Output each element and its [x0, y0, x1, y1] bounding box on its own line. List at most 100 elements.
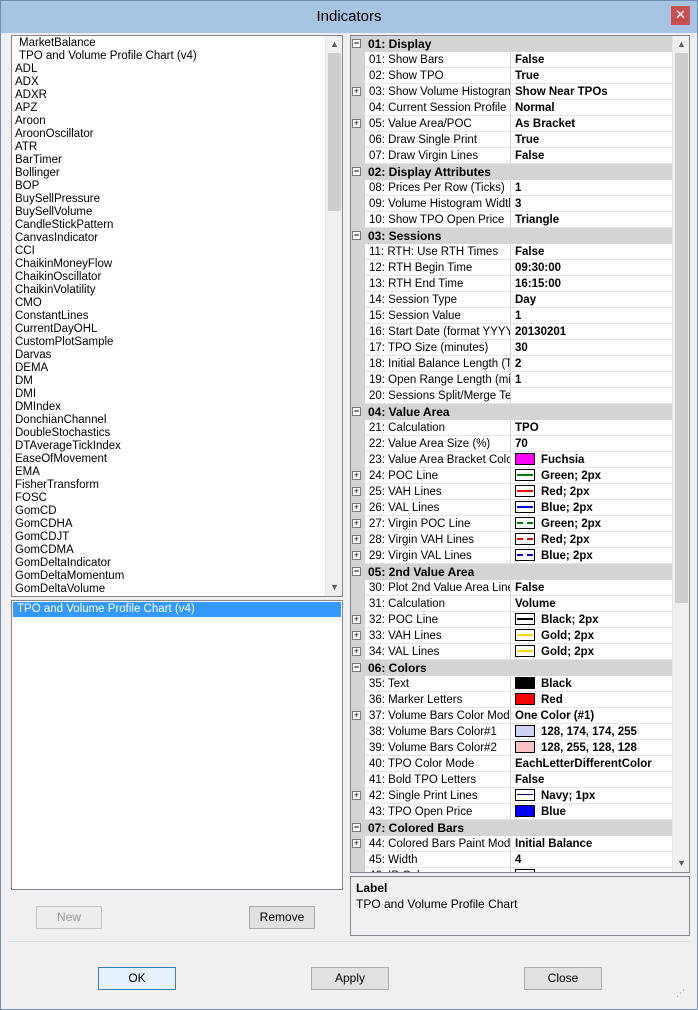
property-value[interactable]: Blue; 2px [511, 500, 673, 516]
property-row[interactable]: +32: POC Line Black; 2px [351, 612, 673, 628]
indicator-list-item[interactable]: Bollinger [15, 167, 327, 180]
property-row[interactable]: +34: VAL Lines Gold; 2px [351, 644, 673, 660]
property-value[interactable]: Red; 2px [511, 484, 673, 500]
property-grid-scrollbar[interactable]: ▲ ▼ [672, 36, 689, 872]
property-row[interactable]: 12: RTH Begin Time 09:30:00 [351, 260, 673, 276]
property-value[interactable]: Gold; 2px [511, 628, 673, 644]
property-value[interactable]: Navy; 1px [511, 788, 673, 804]
ok-button[interactable]: OK [98, 967, 176, 990]
property-grid[interactable]: −01: Display 01: Show Bars False 02: Show T… [350, 35, 690, 873]
property-value[interactable]: 1 [511, 308, 673, 324]
indicator-list-item[interactable]: DEMA [15, 362, 327, 375]
indicator-list-item[interactable]: CCI [15, 245, 327, 258]
property-value[interactable]: 70 [511, 436, 673, 452]
indicator-list-item[interactable]: GomDeltaIndicator [15, 557, 327, 570]
indicator-list-item[interactable]: GomDeltaVolume [15, 583, 327, 596]
scroll-thumb[interactable] [675, 53, 688, 603]
indicator-list-item[interactable]: BOP [15, 180, 327, 193]
property-category[interactable]: −02: Display Attributes [351, 164, 673, 180]
property-row[interactable]: 18: Initial Balance Length (TF 2 [351, 356, 673, 372]
property-value[interactable]: 1 [511, 180, 673, 196]
property-value[interactable]: Green; 2px [511, 516, 673, 532]
indicator-list-item[interactable]: ADX [15, 76, 327, 89]
property-value[interactable]: Red [511, 692, 673, 708]
property-row[interactable]: 22: Value Area Size (%) 70 [351, 436, 673, 452]
property-row[interactable]: 16: Start Date (format YYYYM 20130201 [351, 324, 673, 340]
property-row[interactable]: +24: POC Line Green; 2px [351, 468, 673, 484]
apply-button[interactable]: Apply [311, 967, 389, 990]
property-value[interactable]: Green; 2px [511, 468, 673, 484]
remove-button[interactable]: Remove [249, 906, 315, 929]
indicator-list-item[interactable]: MarketBalance [15, 37, 327, 50]
property-value[interactable]: 20130201 [511, 324, 673, 340]
resize-grip-icon[interactable]: ⋰ [676, 988, 686, 998]
expand-icon[interactable]: + [352, 119, 361, 128]
property-row[interactable]: 02: Show TPO True [351, 68, 673, 84]
indicator-list-item[interactable]: GomCDHA [15, 518, 327, 531]
expand-icon[interactable]: + [352, 839, 361, 848]
property-row[interactable]: +29: Virgin VAL Lines Blue; 2px [351, 548, 673, 564]
property-row[interactable]: +03: Show Volume Histogram Show Near TPOs [351, 84, 673, 100]
indicator-list-item[interactable]: CMO [15, 297, 327, 310]
indicator-list-item[interactable]: ADXR [15, 89, 327, 102]
indicator-list[interactable]: MarketBalance TPO and Volume Profile Char… [11, 35, 343, 597]
indicator-list-item[interactable]: DM [15, 375, 327, 388]
indicator-list-item[interactable]: GomCD [15, 505, 327, 518]
scroll-down-icon[interactable]: ▼ [326, 579, 342, 596]
indicator-list-item[interactable]: ChaikinOscillator [15, 271, 327, 284]
indicator-list-item[interactable]: CustomPlotSample [15, 336, 327, 349]
indicator-list-item[interactable]: FisherTransform [15, 479, 327, 492]
property-row[interactable]: 39: Volume Bars Color#2 128, 255, 128, 12… [351, 740, 673, 756]
indicator-list-scrollbar[interactable]: ▲ ▼ [325, 36, 342, 596]
indicator-list-item[interactable]: GomDeltaMomentum [15, 570, 327, 583]
scroll-up-icon[interactable]: ▲ [326, 36, 342, 53]
property-row[interactable]: +37: Volume Bars Color Mode One Color (#1… [351, 708, 673, 724]
property-row[interactable]: +28: Virgin VAH Lines Red; 2px [351, 532, 673, 548]
property-row[interactable]: 01: Show Bars False [351, 52, 673, 68]
property-row[interactable]: 07: Draw Virgin Lines False [351, 148, 673, 164]
expand-icon[interactable]: + [352, 87, 361, 96]
indicator-list-item[interactable]: Darvas [15, 349, 327, 362]
property-value[interactable]: Black; 2px [511, 612, 673, 628]
property-value[interactable]: 09:30:00 [511, 260, 673, 276]
property-value[interactable]: False [511, 580, 673, 596]
selected-indicator-item[interactable]: TPO and Volume Profile Chart (v4) [13, 602, 341, 617]
new-button[interactable]: New [36, 906, 102, 929]
indicator-list-item[interactable]: BuySellPressure [15, 193, 327, 206]
property-row[interactable]: 38: Volume Bars Color#1 128, 174, 174, 25… [351, 724, 673, 740]
indicator-list-item[interactable]: ADL [15, 63, 327, 76]
property-value[interactable]: Volume [511, 596, 673, 612]
scroll-up-icon[interactable]: ▲ [673, 36, 689, 53]
property-value[interactable]: 3 [511, 196, 673, 212]
property-value[interactable]: Black [511, 676, 673, 692]
expand-icon[interactable]: + [352, 471, 361, 480]
collapse-icon[interactable]: − [352, 407, 361, 416]
property-value[interactable]: EachLetterDifferentColor [511, 756, 673, 772]
indicator-list-item[interactable]: EaseOfMovement [15, 453, 327, 466]
property-row[interactable]: 14: Session Type Day [351, 292, 673, 308]
indicator-list-item[interactable]: ATR [15, 141, 327, 154]
indicator-list-item[interactable]: ChaikinVolatility [15, 284, 327, 297]
property-row[interactable]: 30: Plot 2nd Value Area Lines False [351, 580, 673, 596]
property-value[interactable]: False [511, 52, 673, 68]
indicator-list-item[interactable]: ChaikinMoneyFlow [15, 258, 327, 271]
property-category[interactable]: −01: Display [351, 36, 673, 52]
property-value[interactable]: Fuchsia [511, 452, 673, 468]
property-row[interactable]: 43: TPO Open Price Blue [351, 804, 673, 820]
collapse-icon[interactable]: − [352, 663, 361, 672]
indicator-list-item[interactable]: ConstantLines [15, 310, 327, 323]
property-row[interactable]: +44: Colored Bars Paint Mode Initial Bala… [351, 836, 673, 852]
collapse-icon[interactable]: − [352, 567, 361, 576]
property-value[interactable]: False [511, 772, 673, 788]
property-row[interactable]: 45: Width 4 [351, 852, 673, 868]
property-row[interactable]: +33: VAH Lines Gold; 2px [351, 628, 673, 644]
property-value[interactable] [511, 388, 673, 404]
indicator-list-item[interactable]: FOSC [15, 492, 327, 505]
indicator-list-item[interactable]: TPO and Volume Profile Chart (v4) [15, 50, 327, 63]
indicator-list-item[interactable]: BarTimer [15, 154, 327, 167]
property-row[interactable]: 21: Calculation TPO [351, 420, 673, 436]
property-row[interactable]: 23: Value Area Bracket Color Fuchsia [351, 452, 673, 468]
indicator-list-item[interactable]: DoubleStochastics [15, 427, 327, 440]
property-value[interactable]: 128, 174, 174, 255 [511, 724, 673, 740]
collapse-icon[interactable]: − [352, 823, 361, 832]
